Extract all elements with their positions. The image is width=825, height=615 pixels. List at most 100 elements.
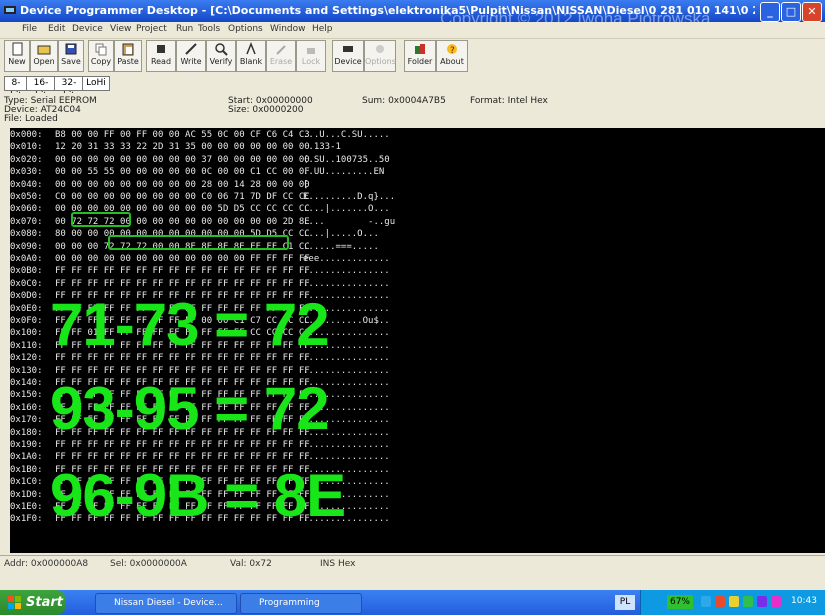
about-button[interactable]: ? About — [436, 40, 468, 72]
hex-ascii[interactable]: eee............. — [303, 254, 390, 265]
hex-ascii[interactable]: ...U...C.SU..... — [303, 130, 390, 141]
paste-button[interactable]: Paste — [114, 40, 142, 72]
menu-view[interactable]: View — [110, 24, 131, 34]
hex-addr: 0x1A0: — [10, 452, 43, 463]
task-label-0: Nissan Diesel - Device... — [114, 598, 223, 608]
task-label-1: Programming — [259, 598, 320, 608]
display-icon[interactable] — [771, 596, 781, 607]
menu-options[interactable]: Options — [228, 24, 263, 34]
write-button[interactable]: Write — [176, 40, 206, 72]
network-icon[interactable] — [701, 596, 711, 607]
hex-ascii[interactable]: ................ — [303, 279, 390, 290]
mode-16bit[interactable]: 16-bit — [26, 76, 56, 101]
open-button[interactable]: Open — [30, 40, 58, 72]
hex-bytes[interactable]: 00 00 00 00 00 00 00 00 00 28 00 14 28 0… — [55, 180, 310, 191]
hex-addr: 0x0C0: — [10, 278, 43, 289]
open-label: Open — [33, 57, 55, 66]
menu-project[interactable]: Project — [136, 24, 167, 34]
antivirus-icon[interactable] — [715, 596, 725, 607]
battery-indicator[interactable]: 67% — [667, 595, 693, 609]
menu-device[interactable]: Device — [72, 24, 103, 34]
menu-tools[interactable]: Tools — [198, 24, 220, 34]
close-button[interactable]: ✕ — [802, 2, 822, 22]
verify-button[interactable]: Verify — [206, 40, 236, 72]
hex-bytes[interactable]: 12 20 31 33 33 22 2D 31 35 00 00 00 00 0… — [55, 142, 310, 153]
hex-addr: 0x080: — [10, 229, 43, 240]
hex-addr: 0x170: — [10, 415, 43, 426]
hex-bytes[interactable]: C0 00 00 00 00 00 00 00 00 C0 06 71 7D D… — [55, 192, 310, 203]
hex-ascii[interactable]: [ — [303, 180, 357, 191]
read-button[interactable]: Read — [146, 40, 176, 72]
hex-addr: 0x160: — [10, 402, 43, 413]
hex-addr: 0x0D0: — [10, 291, 43, 302]
clock[interactable]: 10:43 — [791, 596, 817, 606]
hex-addr: 0x090: — [10, 241, 43, 252]
system-tray: 67% 10:43 — [640, 590, 825, 615]
copy-button[interactable]: Copy — [88, 40, 114, 72]
lock-button[interactable]: Lock — [296, 40, 326, 72]
hex-bytes[interactable]: 00 00 00 00 00 00 00 00 00 37 00 00 00 0… — [55, 155, 310, 166]
title-bar[interactable]: Device Programmer Desktop - [C:\Document… — [0, 0, 825, 28]
hex-addr: 0x150: — [10, 390, 43, 401]
hex-ascii[interactable]: .... -..gu — [303, 217, 395, 228]
hex-bytes[interactable]: 00 00 00 00 00 00 00 00 00 00 00 00 FF F… — [55, 254, 310, 265]
paste-label: Paste — [117, 57, 139, 66]
hex-ascii[interactable]: ....|.......O... — [303, 204, 390, 215]
device-select-icon — [343, 46, 353, 52]
start-button[interactable]: Start — [0, 590, 66, 615]
hex-editor[interactable]: 0x1F0: FF FF FF FF FF FF FF FF FF FF FF F… — [10, 128, 825, 553]
hex-ascii[interactable]: ..UU.........EN — [303, 167, 384, 178]
device-button[interactable]: Device — [332, 40, 364, 72]
menu-edit[interactable]: Edit — [48, 24, 65, 34]
hex-ascii[interactable]: .133-1 — [303, 142, 346, 153]
update-icon[interactable] — [743, 596, 753, 607]
maximize-button[interactable]: □ — [781, 2, 801, 22]
hex-bytes[interactable]: FF FF FF FF FF FF FF FF FF FF FF FF FF F… — [55, 266, 310, 277]
hex-bytes[interactable]: B8 00 00 FF 00 FF 00 00 AC 55 0C 00 CF C… — [55, 130, 310, 141]
hex-addr: 0x060: — [10, 204, 43, 215]
menu-bar: File Edit Device View Project Run Tools … — [0, 22, 825, 39]
volume-icon[interactable] — [729, 596, 739, 607]
keyboard-language-icon[interactable]: PL — [615, 595, 635, 610]
read-label: Read — [150, 57, 172, 66]
menu-window[interactable]: Window — [270, 24, 306, 34]
menu-help[interactable]: Help — [312, 24, 333, 34]
hex-addr: 0x1E0: — [10, 502, 43, 512]
task-device-programmer[interactable]: Nissan Diesel - Device... — [95, 593, 237, 614]
options-icon — [376, 45, 384, 53]
erase-button[interactable]: Erase — [266, 40, 296, 72]
mode-lohi[interactable]: LoHi — [82, 76, 110, 91]
menu-run[interactable]: Run — [176, 24, 193, 34]
bluetooth-icon[interactable] — [757, 596, 767, 607]
mode-32bit[interactable]: 32-bit — [54, 76, 84, 101]
hex-ascii[interactable]: ......===..... — [303, 242, 379, 253]
hex-ascii[interactable]: E.........D.q}... — [303, 192, 395, 203]
app-icon — [4, 6, 16, 14]
hex-ascii[interactable]: ................ — [303, 266, 390, 277]
hex-addr: 0x050: — [10, 192, 43, 202]
menu-file[interactable]: File — [22, 24, 37, 34]
write-label: Write — [180, 57, 202, 66]
verify-icon — [215, 43, 228, 56]
blank-button[interactable]: Blank — [236, 40, 266, 72]
options-button[interactable]: Options — [364, 40, 396, 72]
task-programming[interactable]: Programming — [240, 593, 362, 614]
hex-addr: 0x110: — [10, 340, 43, 351]
hex-addr: 0x020: — [10, 154, 43, 165]
status-address: Addr: 0x000000A8 — [4, 559, 89, 569]
taskbar: Start Nissan Diesel - Device... Programm… — [0, 590, 825, 615]
minimize-button[interactable]: _ — [760, 2, 780, 22]
folder-icon — [415, 44, 425, 54]
hex-ascii[interactable]: ....|.....O... — [303, 229, 379, 240]
save-button[interactable]: Save — [58, 40, 84, 72]
annotation-93-95: 93-95 = 72 — [50, 375, 330, 442]
mode-8bit[interactable]: 8-bit — [4, 76, 28, 101]
about-label: About — [440, 57, 464, 66]
new-button[interactable]: New — [4, 40, 30, 72]
erase-label: Erase — [269, 57, 293, 66]
hex-bytes[interactable]: FF FF FF FF FF FF FF FF FF FF FF FF FF F… — [55, 279, 310, 290]
hex-ascii[interactable]: (.SU..100735..50 — [303, 155, 390, 166]
folder-button[interactable]: Folder — [404, 40, 436, 72]
hex-bytes[interactable]: 00 00 55 55 00 00 00 00 00 0C 00 00 C1 C… — [55, 167, 310, 178]
info-size: Size: 0x0000200 — [228, 105, 304, 115]
